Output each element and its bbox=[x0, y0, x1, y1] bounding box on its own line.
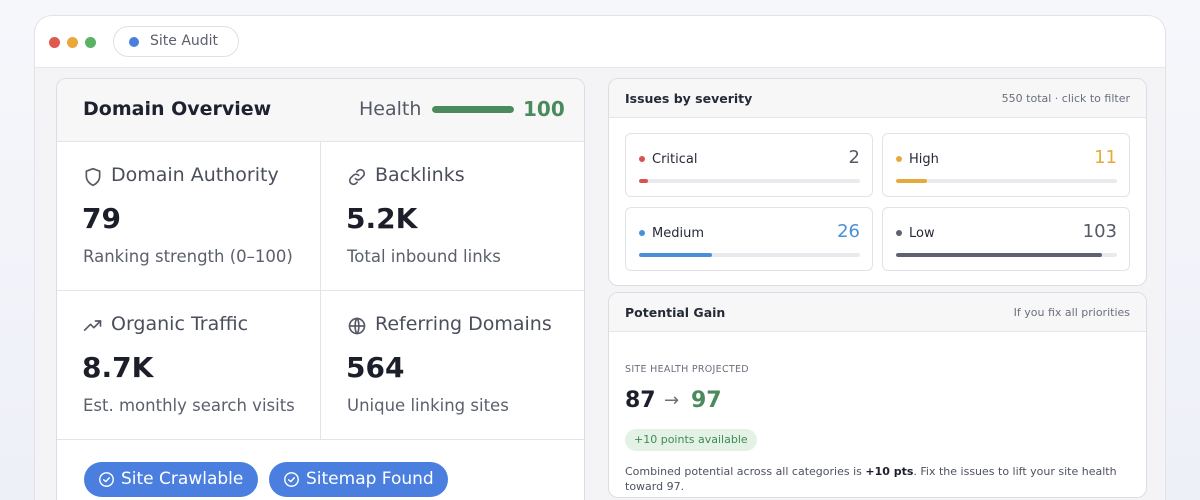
severity-count: 11 bbox=[1094, 147, 1117, 168]
gain-meta: If you fix all priorities bbox=[1013, 306, 1130, 319]
severity-bar bbox=[639, 253, 860, 257]
metric-backlinks[interactable]: Backlinks 5.2K Total inbound links bbox=[321, 142, 584, 291]
metric-referring-domains[interactable]: Referring Domains 564 Unique linking sit… bbox=[321, 291, 584, 440]
severity-header: Issues by severity 550 total · click to … bbox=[609, 79, 1146, 118]
tab-site-audit[interactable]: Site Audit bbox=[113, 26, 240, 57]
severity-bar bbox=[896, 179, 1117, 183]
severity-label: Critical bbox=[652, 152, 698, 167]
link-icon bbox=[348, 168, 366, 186]
gain-desc-bold: +10 pts bbox=[865, 465, 914, 478]
metric-subtitle: Est. monthly search visits bbox=[83, 396, 295, 415]
arrow-right-icon: → bbox=[664, 390, 680, 411]
severity-bar-fill bbox=[896, 253, 1102, 257]
health-bar-fill bbox=[432, 106, 514, 113]
shield-icon bbox=[85, 167, 101, 187]
severity-dot bbox=[896, 156, 902, 162]
severity-meta: 550 total · click to filter bbox=[1001, 92, 1130, 105]
health-value: 100 bbox=[523, 97, 565, 121]
pill-label: Site Crawlable bbox=[121, 469, 244, 489]
severity-bar-fill bbox=[896, 179, 927, 183]
domain-overview-title: Domain Overview bbox=[83, 98, 272, 120]
domain-overview-header: Domain Overview Health 100 bbox=[57, 79, 584, 142]
severity-filter-low[interactable]: Low 103 bbox=[882, 207, 1130, 271]
metric-label: Organic Traffic bbox=[111, 313, 249, 335]
metric-value: 79 bbox=[82, 202, 121, 235]
domain-overview-card: Domain Overview Health 100 Domain Author… bbox=[56, 78, 585, 500]
severity-filter-critical[interactable]: Critical 2 bbox=[625, 133, 873, 197]
check-circle-icon bbox=[284, 472, 299, 487]
maximize-window-button[interactable] bbox=[85, 37, 96, 48]
sitemap-found-badge[interactable]: Sitemap Found bbox=[269, 462, 448, 497]
severity-title: Issues by severity bbox=[625, 91, 753, 106]
issues-by-severity-card: Issues by severity 550 total · click to … bbox=[608, 78, 1147, 286]
severity-dot bbox=[639, 230, 645, 236]
gain-title: Potential Gain bbox=[625, 305, 726, 320]
severity-label: Medium bbox=[652, 226, 704, 241]
severity-bar-fill bbox=[639, 179, 648, 183]
globe-icon bbox=[348, 317, 366, 335]
tab-dot-icon bbox=[129, 37, 139, 47]
potential-gain-card: Potential Gain If you fix all priorities… bbox=[608, 292, 1147, 498]
trending-up-icon bbox=[83, 320, 102, 331]
metric-value: 5.2K bbox=[346, 202, 418, 235]
pill-label: Sitemap Found bbox=[306, 469, 434, 489]
metric-label: Domain Authority bbox=[111, 164, 279, 186]
metric-label: Backlinks bbox=[375, 164, 465, 186]
metric-value: 8.7K bbox=[82, 351, 154, 384]
severity-count: 2 bbox=[848, 147, 860, 168]
points-available-badge: +10 points available bbox=[625, 429, 757, 451]
site-crawlable-badge[interactable]: Site Crawlable bbox=[84, 462, 258, 497]
gain-description: Combined potential across all categories… bbox=[625, 464, 1130, 494]
minimize-window-button[interactable] bbox=[67, 37, 78, 48]
check-circle-icon bbox=[99, 472, 114, 487]
severity-label: Low bbox=[909, 226, 935, 241]
gain-eyebrow: SITE HEALTH PROJECTED bbox=[625, 364, 749, 375]
severity-dot bbox=[639, 156, 645, 162]
severity-label: High bbox=[909, 152, 939, 167]
metric-organic-traffic[interactable]: Organic Traffic 8.7K Est. monthly search… bbox=[57, 291, 321, 440]
health-current-value: 87 bbox=[625, 388, 656, 413]
metric-subtitle: Ranking strength (0–100) bbox=[83, 247, 293, 266]
metric-label: Referring Domains bbox=[375, 313, 552, 335]
severity-bar bbox=[896, 253, 1117, 257]
severity-dot bbox=[896, 230, 902, 236]
health-projected-value: 97 bbox=[691, 388, 722, 413]
title-bar: Site Audit bbox=[35, 16, 1165, 68]
severity-bar-fill bbox=[639, 253, 712, 257]
metric-value: 564 bbox=[346, 351, 405, 384]
gain-header: Potential Gain If you fix all priorities bbox=[609, 293, 1146, 332]
health-bar bbox=[432, 106, 514, 113]
app-window: Site Audit Domain Overview Health 100 Do… bbox=[34, 15, 1166, 500]
close-window-button[interactable] bbox=[49, 37, 60, 48]
severity-count: 26 bbox=[837, 221, 860, 242]
severity-bar bbox=[639, 179, 860, 183]
metric-subtitle: Total inbound links bbox=[347, 247, 501, 266]
tab-label: Site Audit bbox=[150, 33, 219, 49]
severity-filter-high[interactable]: High 11 bbox=[882, 133, 1130, 197]
severity-filter-medium[interactable]: Medium 26 bbox=[625, 207, 873, 271]
metric-domain-authority[interactable]: Domain Authority 79 Ranking strength (0–… bbox=[57, 142, 321, 291]
metric-subtitle: Unique linking sites bbox=[347, 396, 509, 415]
severity-count: 103 bbox=[1082, 221, 1117, 242]
health-label: Health bbox=[359, 98, 422, 120]
gain-desc-before: Combined potential across all categories… bbox=[625, 465, 866, 478]
